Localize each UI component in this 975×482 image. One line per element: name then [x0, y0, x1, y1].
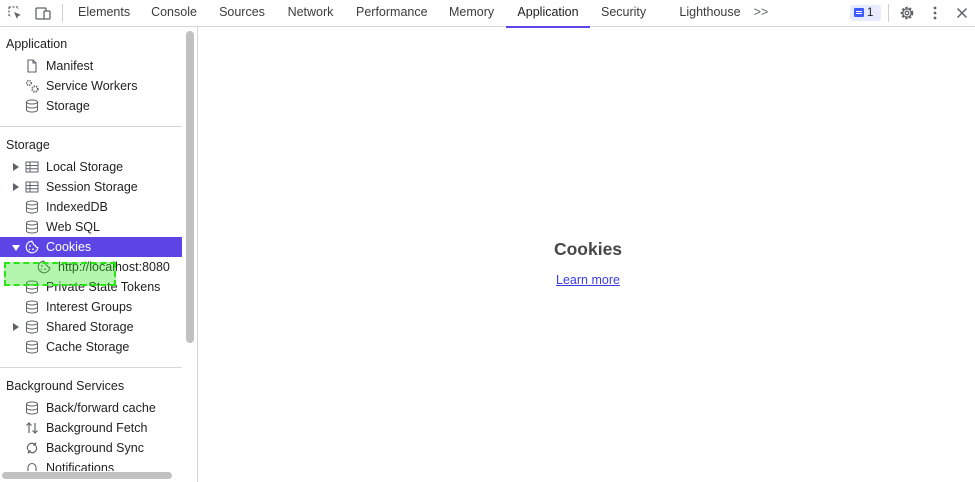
tab-security[interactable]: Security	[601, 0, 646, 27]
sidebar-item-background-fetch[interactable]: Background Fetch	[0, 418, 182, 438]
sidebar-item-storage[interactable]: Storage	[0, 96, 182, 116]
database-icon	[26, 300, 38, 314]
sidebar-item-label: Shared Storage	[46, 320, 134, 334]
sidebar-item-cookies[interactable]: Cookies	[0, 237, 182, 257]
sidebar-item-cache-storage[interactable]: Cache Storage	[0, 337, 182, 357]
gear-icon[interactable]	[898, 4, 916, 22]
table-icon	[25, 161, 39, 173]
inspect-element-icon[interactable]	[6, 4, 24, 22]
sidebar-item-shared-storage[interactable]: Shared Storage	[0, 317, 182, 337]
expand-arrow-icon[interactable]	[13, 183, 19, 191]
cookie-icon	[25, 240, 39, 254]
application-sidebar: Application Manifest Service Workers Sto…	[0, 27, 183, 471]
sidebar-item-web-sql[interactable]: Web SQL	[0, 217, 182, 237]
sidebar-item-label: Session Storage	[46, 180, 138, 194]
database-icon	[26, 99, 38, 113]
tab-memory[interactable]: Memory	[449, 0, 494, 27]
sidebar-item-label: Service Workers	[46, 79, 138, 93]
toolbar-separator	[62, 4, 63, 22]
sidebar-item-local-storage[interactable]: Local Storage	[0, 157, 182, 177]
panel-title: Cookies	[553, 239, 623, 259]
sidebar-item-label: Back/forward cache	[46, 401, 156, 415]
sidebar-vertical-scrollbar[interactable]	[186, 31, 194, 343]
sidebar-item-interest-groups[interactable]: Interest Groups	[0, 297, 182, 317]
sidebar-item-label: Web SQL	[46, 220, 100, 234]
database-icon	[26, 220, 38, 234]
sidebar-horizontal-scrollbar[interactable]	[2, 472, 172, 479]
tab-performance[interactable]: Performance	[356, 0, 428, 27]
document-icon	[27, 59, 37, 73]
sidebar-item-manifest[interactable]: Manifest	[0, 56, 182, 76]
more-tabs-icon[interactable]: >>	[752, 0, 770, 27]
issues-message-icon	[854, 8, 864, 17]
gears-icon	[25, 79, 39, 93]
devtools-toolbar: Elements Console Sources Network Perform…	[0, 0, 975, 28]
up-down-arrows-icon	[26, 422, 38, 434]
database-icon	[26, 340, 38, 354]
sidebar-item-label: Cookies	[46, 240, 92, 254]
expand-arrow-icon[interactable]	[13, 163, 19, 171]
sidebar-item-service-workers[interactable]: Service Workers	[0, 76, 182, 96]
sidebar-item-notifications[interactable]: Notifications	[0, 458, 182, 471]
highlight-annotation	[4, 262, 116, 286]
tab-elements[interactable]: Elements	[78, 0, 130, 27]
close-icon[interactable]	[953, 4, 971, 22]
tab-lighthouse[interactable]: Lighthouse	[679, 0, 741, 27]
learn-more-link[interactable]: Learn more	[198, 273, 975, 287]
sidebar-item-label: Notifications	[46, 461, 115, 471]
sidebar-item-label: Background Sync	[46, 441, 144, 455]
collapse-arrow-icon[interactable]	[12, 245, 20, 251]
issues-badge[interactable]: 1	[850, 5, 881, 21]
issues-count: 1	[867, 7, 874, 19]
main-panel: Cookies Learn more	[198, 27, 975, 482]
sidebar-item-background-sync[interactable]: Background Sync	[0, 438, 182, 458]
toolbar-separator	[888, 4, 889, 22]
tab-console[interactable]: Console	[151, 0, 197, 27]
tab-network[interactable]: Network	[287, 0, 334, 27]
database-icon	[26, 200, 38, 214]
sidebar-item-label: Storage	[46, 99, 90, 113]
tab-application[interactable]: Application	[506, 0, 590, 28]
sidebar-item-label: Interest Groups	[46, 300, 133, 314]
section-title-application: Application	[6, 37, 68, 51]
section-title-background-services: Background Services	[6, 379, 125, 393]
table-icon	[25, 181, 39, 193]
kebab-menu-icon[interactable]	[926, 4, 944, 22]
expand-arrow-icon[interactable]	[13, 323, 19, 331]
section-divider	[0, 126, 182, 127]
section-title-storage: Storage	[6, 138, 50, 152]
sync-icon	[26, 442, 38, 454]
sidebar-item-label: Local Storage	[46, 160, 124, 174]
sidebar-item-session-storage[interactable]: Session Storage	[0, 177, 182, 197]
database-icon	[26, 320, 38, 334]
sidebar-item-back-forward-cache[interactable]: Back/forward cache	[0, 398, 182, 418]
sidebar-item-label: Cache Storage	[46, 340, 130, 354]
database-icon	[26, 401, 38, 415]
sidebar-item-label: Manifest	[46, 59, 94, 73]
bell-icon	[27, 462, 37, 471]
sidebar-item-label: Background Fetch	[46, 421, 148, 435]
section-divider	[0, 367, 182, 368]
device-toolbar-icon[interactable]	[34, 4, 52, 22]
sidebar-item-label: IndexedDB	[46, 200, 108, 214]
tab-sources[interactable]: Sources	[219, 0, 265, 27]
sidebar-item-indexeddb[interactable]: IndexedDB	[0, 197, 182, 217]
